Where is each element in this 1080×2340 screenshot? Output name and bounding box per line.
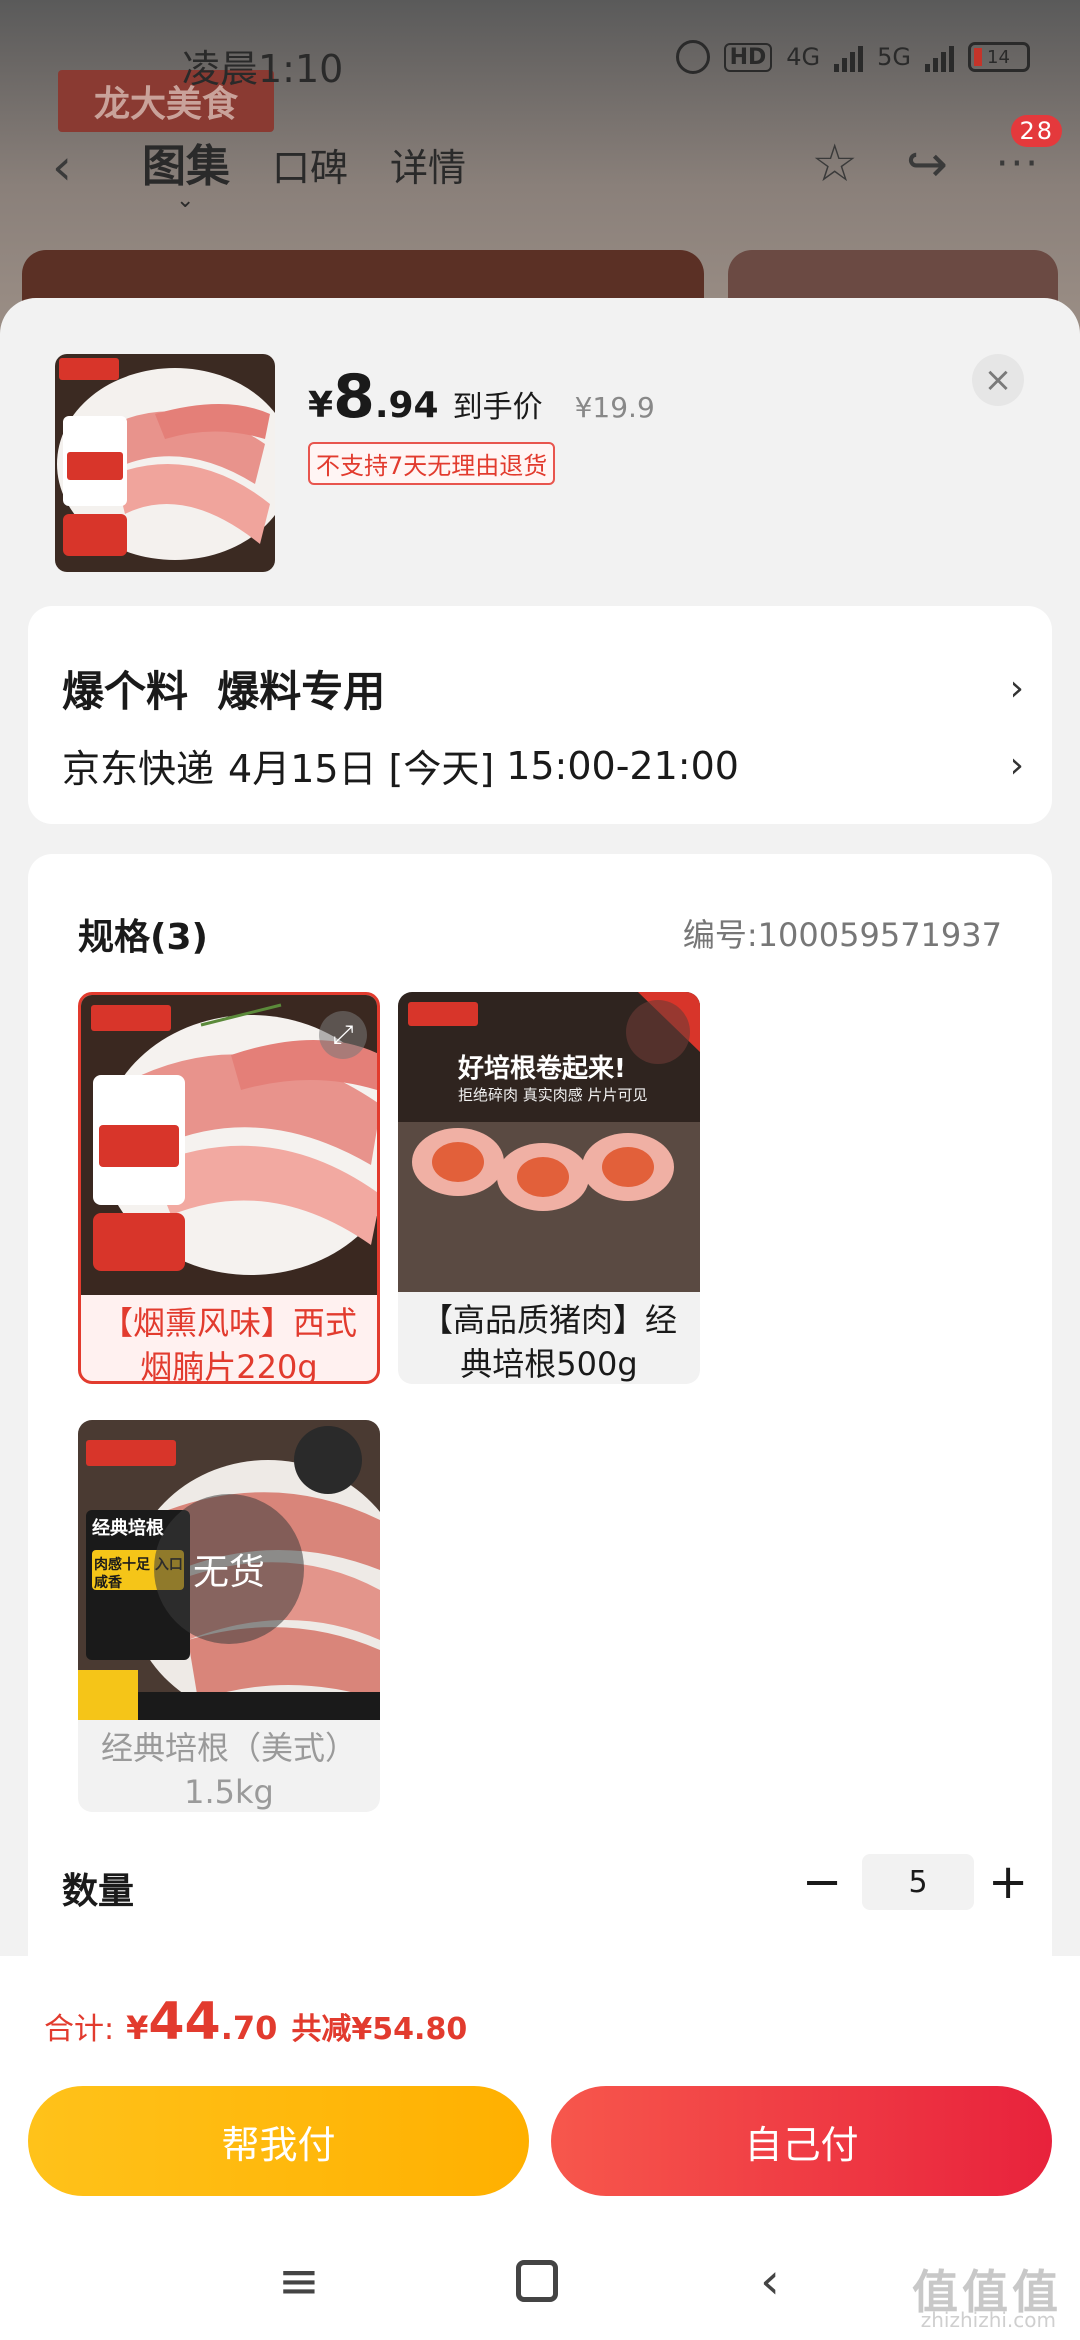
quantity-increase-button[interactable]: + xyxy=(988,1854,1028,1910)
home-icon[interactable] xyxy=(516,2260,558,2302)
chevron-right-icon: › xyxy=(1009,668,1024,709)
price-label: 到手价 xyxy=(452,390,543,425)
tab-details[interactable]: 详情 xyxy=(390,137,466,192)
nav-actions: ☆ ↪ ··· 28 xyxy=(811,115,1062,194)
tab-gallery[interactable]: 图集 xyxy=(142,130,230,194)
expand-icon[interactable]: ⤢ xyxy=(319,1011,367,1059)
quantity-label: 数量 xyxy=(62,1871,135,1912)
close-button[interactable]: × xyxy=(972,354,1024,406)
discount-amount: 共减¥54.80 xyxy=(291,2012,468,2047)
price-decimal: .94 xyxy=(374,385,439,426)
quantity-input[interactable] xyxy=(862,1854,974,1910)
total-label: 合计: xyxy=(44,2012,115,2047)
product-summary: ¥ 8 .94 到手价 ¥19.9 不支持7天无理由退货 × xyxy=(0,298,1080,598)
back-icon[interactable]: ‹ xyxy=(52,138,72,196)
product-tabs: 图集 口碑 详情 xyxy=(142,130,466,194)
option-image: 好培根卷起来! 拒绝碎肉 真实肉感 片片可见 xyxy=(398,992,700,1292)
network-4g-label: 4G xyxy=(786,43,821,71)
total-decimal: .70 xyxy=(220,2009,278,2047)
quantity-decrease-button[interactable]: − xyxy=(802,1854,842,1910)
currency-symbol: ¥ xyxy=(308,385,334,426)
tab-reviews[interactable]: 口碑 xyxy=(272,137,348,192)
product-nav: ‹ 图集 口碑 详情 ⌄ ☆ ↪ ··· 28 xyxy=(0,115,1080,213)
no-return-tag: 不支持7天无理由退货 xyxy=(308,442,556,485)
total-integer: 44 xyxy=(148,1992,221,2052)
signal-icon xyxy=(834,42,864,72)
hd-icon: HD xyxy=(723,42,773,72)
close-icon: × xyxy=(983,360,1013,400)
pay-buttons: 帮我付 自己付 xyxy=(28,2086,1052,2196)
option-name: 【烟熏风味】西式烟腩片220g xyxy=(100,1304,357,1384)
pay-myself-button[interactable]: 自己付 xyxy=(551,2086,1052,2196)
network-5g-label: 5G xyxy=(877,43,911,71)
system-nav-bar: ≡ ‹ 值值值 zhizhizhi.com xyxy=(0,2246,1080,2340)
quantity-row: 数量 − + xyxy=(62,1854,1028,1914)
chevron-right-icon: › xyxy=(1009,745,1024,786)
checkout-bar: 合计: ¥ 44 .70 共减¥54.80 帮我付 自己付 ≡ ‹ 值值值 zh… xyxy=(0,1956,1080,2340)
original-price: ¥19.9 xyxy=(574,391,655,424)
more-icon[interactable]: ··· 28 xyxy=(996,115,1062,187)
address-text: 爆个料 爆料专用 xyxy=(62,667,386,716)
product-thumbnail[interactable] xyxy=(55,354,275,572)
delivery-date: 4月15日 xyxy=(228,747,377,791)
signal-icon xyxy=(925,42,954,72)
background-page: 龙大美食 凌晨1:10 HD 4G 5G 14 ‹ 图集 口碑 详情 ⌄ ☆ ↪… xyxy=(0,0,1080,340)
spec-option-classic-bacon-1-5kg: 经典培根 肉感十足 入口咸香 无货 经典培根（美式）1.5kg xyxy=(78,1420,380,1812)
shipping-card: 爆个料 爆料专用 › 京东快递 4月15日 [今天] 15:00-21:00 › xyxy=(28,606,1052,824)
star-icon[interactable]: ☆ xyxy=(811,134,858,194)
back-icon[interactable]: ‹ xyxy=(760,2252,780,2310)
delivery-row[interactable]: 京东快递 4月15日 [今天] 15:00-21:00 › xyxy=(62,738,1024,793)
total-row: 合计: ¥ 44 .70 共减¥54.80 xyxy=(44,1992,467,2052)
address-row[interactable]: 爆个料 爆料专用 › xyxy=(62,658,1024,719)
option-image-title: 经典培根 xyxy=(92,1518,164,1539)
option-name: 【高品质猪肉】经典培根500g xyxy=(420,1301,677,1383)
menu-icon[interactable]: ≡ xyxy=(278,2252,320,2310)
option-name: 经典培根（美式）1.5kg xyxy=(100,1729,357,1811)
option-image: ⤢ xyxy=(81,995,377,1295)
status-bar: 凌晨1:10 HD 4G 5G 14 xyxy=(0,0,1080,120)
price-integer: 8 xyxy=(333,362,375,432)
delivery-today: [今天] xyxy=(388,747,495,791)
option-image: 经典培根 肉感十足 入口咸香 无货 xyxy=(78,1420,380,1720)
battery-icon: 14 xyxy=(968,42,1030,72)
spec-title: 规格(3) xyxy=(78,917,208,958)
spec-option-smoked-bacon-slices[interactable]: ⤢ 【烟熏风味】西式烟腩片220g xyxy=(78,992,380,1384)
spec-option-classic-bacon-500g[interactable]: 好培根卷起来! 拒绝碎肉 真实肉感 片片可见 【高品质猪肉】经典培根500g xyxy=(398,992,700,1384)
status-time: 凌晨1:10 xyxy=(182,47,344,91)
delivery-window: 15:00-21:00 xyxy=(506,743,739,788)
product-code: 编号:100059571937 xyxy=(682,916,1002,954)
option-image-subtitle: 拒绝碎肉 真实肉感 片片可见 xyxy=(458,1086,648,1104)
alarm-icon xyxy=(675,40,710,74)
message-badge: 28 xyxy=(1011,115,1062,147)
courier-name: 京东快递 xyxy=(62,747,215,791)
out-of-stock-badge: 无货 xyxy=(154,1494,304,1644)
help-me-pay-button[interactable]: 帮我付 xyxy=(28,2086,529,2196)
price-row: ¥ 8 .94 到手价 ¥19.9 xyxy=(308,362,655,432)
battery-level: 14 xyxy=(987,46,1010,68)
option-image-title: 好培根卷起来! xyxy=(458,1054,626,1084)
watermark-url: zhizhizhi.com xyxy=(920,2308,1056,2332)
currency-symbol: ¥ xyxy=(126,2009,149,2047)
share-icon[interactable]: ↪ xyxy=(906,135,948,193)
tab-indicator-icon: ⌄ xyxy=(176,188,195,213)
status-icons: HD 4G 5G 14 xyxy=(675,40,1030,74)
